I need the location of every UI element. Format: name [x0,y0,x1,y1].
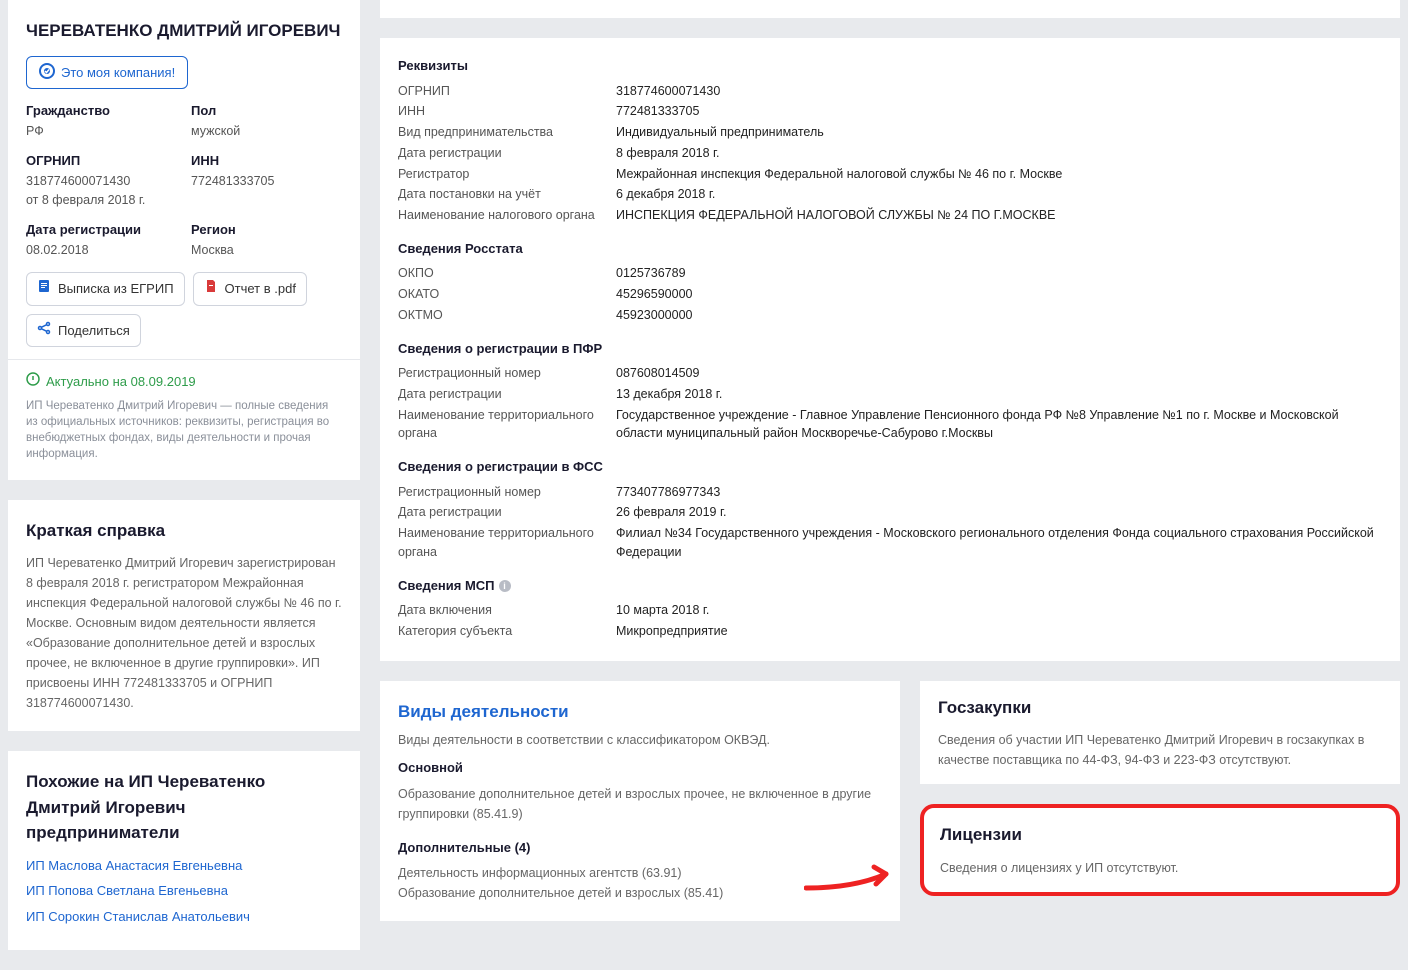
licenses-annotated: Лицензии Сведения о лицензиях у ИП отсут… [920,804,1400,896]
extra-activity-label: Дополнительные (4) [398,838,882,858]
licenses-card: Лицензии Сведения о лицензиях у ИП отсут… [920,804,1400,896]
annotation-arrow [804,862,904,900]
status-line: Актуально на 08.09.2019 [26,372,342,392]
sex-value: мужской [191,122,342,141]
info-badge-icon: i [499,580,511,592]
activities-title[interactable]: Виды деятельности [398,702,569,721]
similar-card: Похожие на ИП Череватенко Дмитрий Игорев… [8,751,360,950]
goszakupki-title: Госзакупки [938,695,1382,721]
regdate-value: 08.02.2018 [26,241,177,260]
citizenship-value: РФ [26,122,177,141]
ogrnip-date: от 8 февраля 2018 г. [26,191,177,210]
status-desc: ИП Череватенко Дмитрий Игоревич — полные… [26,398,342,462]
licenses-text: Сведения о лицензиях у ИП отсутствуют. [940,858,1380,878]
goszakupki-card: Госзакупки Сведения об участии ИП Черева… [920,681,1400,785]
region-value: Москва [191,241,342,260]
similar-link[interactable]: ИП Попова Светлана Евгеньевна [26,881,342,901]
brief-text: ИП Череватенко Дмитрий Игоревич зарегист… [26,553,342,713]
pdf-icon [204,279,218,299]
profile-card: ЧЕРЕВАТЕНКО ДМИТРИЙ ИГОРЕВИЧ Это моя ком… [8,0,360,480]
activities-sub: Виды деятельности в соответствии с класс… [398,730,882,750]
share-icon [37,321,51,341]
similar-link[interactable]: ИП Сорокин Станислав Анатольевич [26,907,342,927]
document-icon [37,279,51,299]
msp-title: Сведения МСПi [398,576,1382,596]
share-button[interactable]: Поделиться [26,314,141,348]
main-activity-value: Образование дополнительное детей и взрос… [398,784,882,824]
info-icon [26,372,40,392]
target-icon [39,63,55,82]
egrip-extract-button[interactable]: Выписка из ЕГРИП [26,272,185,306]
requisites-card: Реквизиты ОГРНИП318774600071430 ИНН77248… [380,38,1400,661]
brief-title: Краткая справка [26,518,342,544]
brief-card: Краткая справка ИП Череватенко Дмитрий И… [8,500,360,732]
regdate-label: Дата регистрации [26,220,177,240]
sex-label: Пол [191,101,342,121]
ogrnip-label: ОГРНИП [26,151,177,171]
rosstat-title: Сведения Росстата [398,239,1382,259]
inn-value: 772481333705 [191,172,342,191]
ogrnip-value: 318774600071430 [26,172,177,191]
region-label: Регион [191,220,342,240]
req-title: Реквизиты [398,56,1382,76]
claim-company-button[interactable]: Это моя компания! [26,56,188,89]
inn-label: ИНН [191,151,342,171]
activities-card: Виды деятельности Виды деятельности в со… [380,681,900,922]
citizenship-label: Гражданство [26,101,177,121]
similar-title: Похожие на ИП Череватенко Дмитрий Игорев… [26,769,342,846]
pdf-report-button[interactable]: Отчет в .pdf [193,272,307,306]
goszakupki-text: Сведения об участии ИП Череватенко Дмитр… [938,730,1382,770]
similar-link[interactable]: ИП Маслова Анастасия Евгеньевна [26,856,342,876]
pfr-title: Сведения о регистрации в ПФР [398,339,1382,359]
main-activity-label: Основной [398,758,882,778]
licenses-title: Лицензии [940,822,1380,848]
fss-title: Сведения о регистрации в ФСС [398,457,1382,477]
entrepreneur-name: ЧЕРЕВАТЕНКО ДМИТРИЙ ИГОРЕВИЧ [26,18,342,44]
spacer-bar [380,0,1400,18]
